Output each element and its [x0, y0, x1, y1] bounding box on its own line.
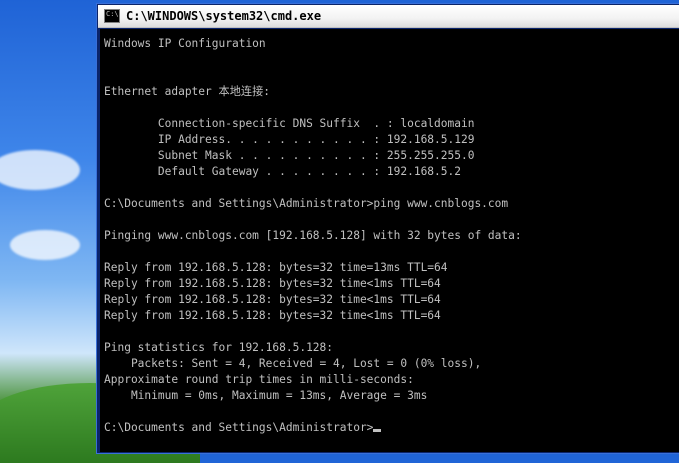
console-line-text: Ping statistics for 192.168.5.128:: [104, 341, 334, 354]
console-line: Ping statistics for 192.168.5.128:: [104, 340, 679, 356]
console-line-text: Windows IP Configuration: [104, 37, 266, 50]
console-line: Reply from 192.168.5.128: bytes=32 time<…: [104, 276, 679, 292]
console-line: Reply from 192.168.5.128: bytes=32 time=…: [104, 260, 679, 276]
console-line: Approximate round trip times in milli-se…: [104, 372, 679, 388]
console-line-text: Approximate round trip times in milli-se…: [104, 373, 414, 386]
window-title: C:\WINDOWS\system32\cmd.exe: [126, 9, 322, 23]
console-line-text: Minimum = 0ms, Maximum = 13ms, Average =…: [104, 389, 428, 402]
console-line: Minimum = 0ms, Maximum = 13ms, Average =…: [104, 388, 679, 404]
cmd-window[interactable]: C:\ C:\WINDOWS\system32\cmd.exe Windows …: [97, 4, 679, 453]
console-line-text: Packets: Sent = 4, Received = 4, Lost = …: [104, 357, 482, 370]
console-line-text: Connection-specific DNS Suffix . : local…: [104, 117, 475, 130]
cmd-icon-label: C:\: [106, 10, 119, 18]
console-line: Default Gateway . . . . . . . . : 192.16…: [104, 164, 679, 180]
console-line: Ethernet adapter 本地连接:: [104, 84, 679, 100]
console-line: Windows IP Configuration: [104, 36, 679, 52]
console-line-text: Reply from 192.168.5.128: bytes=32 time<…: [104, 293, 441, 306]
console-line-text: Pinging www.cnblogs.com [192.168.5.128] …: [104, 229, 522, 242]
console-line: C:\Documents and Settings\Administrator>: [104, 420, 679, 436]
console-line: Connection-specific DNS Suffix . : local…: [104, 116, 679, 132]
console-line-text: Subnet Mask . . . . . . . . . . : 255.25…: [104, 149, 475, 162]
wallpaper-cloud: [0, 150, 80, 190]
console-output[interactable]: Windows IP Configuration Ethernet adapter…: [100, 29, 679, 452]
console-line-text: Ethernet adapter 本地连接:: [104, 85, 270, 98]
console-line: IP Address. . . . . . . . . . . : 192.16…: [104, 132, 679, 148]
cmd-icon: C:\: [104, 9, 120, 23]
console-line: Packets: Sent = 4, Received = 4, Lost = …: [104, 356, 679, 372]
wallpaper-cloud: [10, 230, 80, 260]
console-line-text: Reply from 192.168.5.128: bytes=32 time=…: [104, 261, 448, 274]
console-line-text: Default Gateway . . . . . . . . : 192.16…: [104, 165, 461, 178]
console-line: Subnet Mask . . . . . . . . . . : 255.25…: [104, 148, 679, 164]
text-cursor: [373, 429, 382, 432]
console-line: C:\Documents and Settings\Administrator>…: [104, 196, 679, 212]
console-line-text: C:\Documents and Settings\Administrator>…: [104, 197, 509, 210]
console-line-text: Reply from 192.168.5.128: bytes=32 time<…: [104, 309, 441, 322]
console-line-text: C:\Documents and Settings\Administrator>: [104, 421, 374, 434]
console-line: Reply from 192.168.5.128: bytes=32 time<…: [104, 308, 679, 324]
console-line-text: Reply from 192.168.5.128: bytes=32 time<…: [104, 277, 441, 290]
console-line: Pinging www.cnblogs.com [192.168.5.128] …: [104, 228, 679, 244]
console-line-text: IP Address. . . . . . . . . . . : 192.16…: [104, 133, 475, 146]
console-line: Reply from 192.168.5.128: bytes=32 time<…: [104, 292, 679, 308]
window-titlebar[interactable]: C:\ C:\WINDOWS\system32\cmd.exe: [98, 5, 679, 28]
